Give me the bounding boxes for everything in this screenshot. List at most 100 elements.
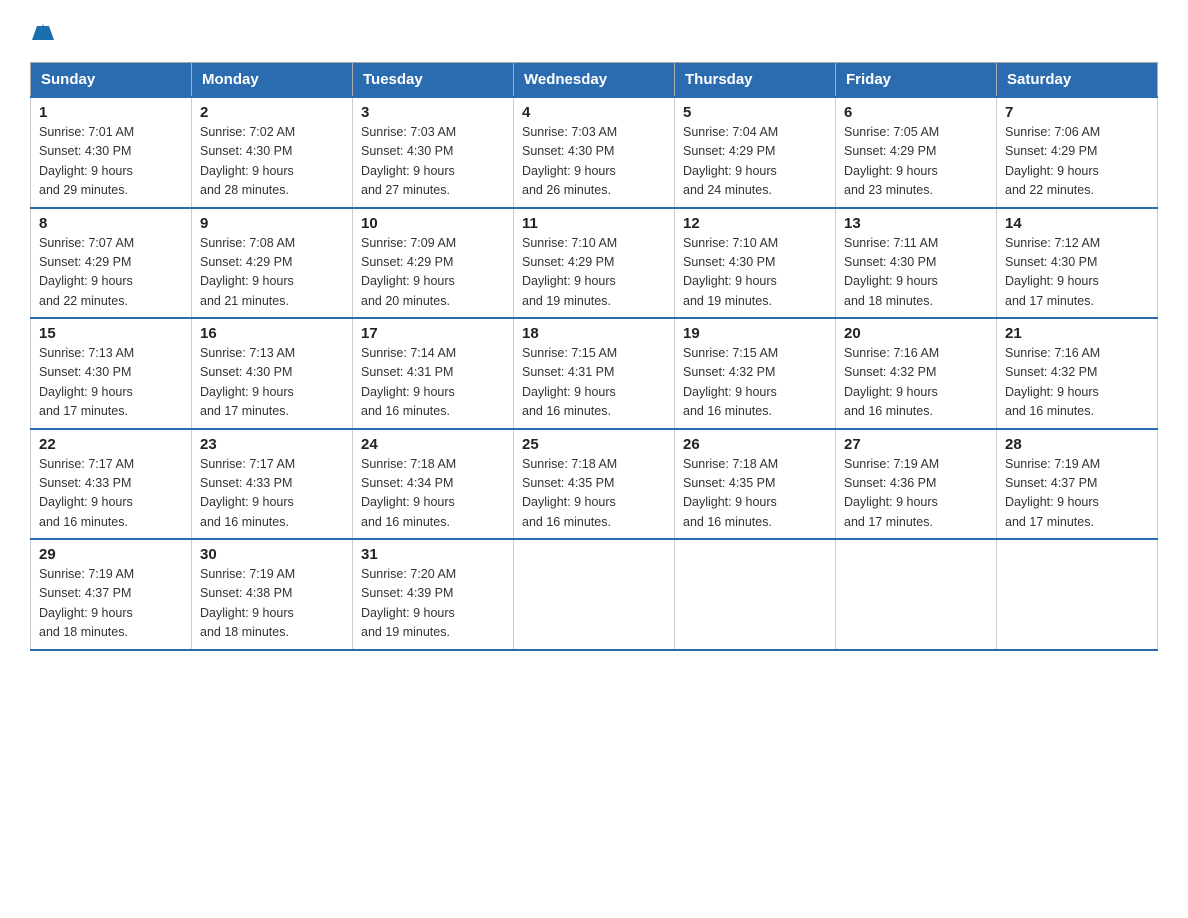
day-cell-17: 17 Sunrise: 7:14 AM Sunset: 4:31 PM Dayl… [353,318,514,429]
day-cell-27: 27 Sunrise: 7:19 AM Sunset: 4:36 PM Dayl… [836,429,997,540]
day-cell-7: 7 Sunrise: 7:06 AM Sunset: 4:29 PM Dayli… [997,97,1158,208]
day-number: 1 [39,104,183,121]
day-number: 19 [683,325,827,342]
day-cell-8: 8 Sunrise: 7:07 AM Sunset: 4:29 PM Dayli… [31,208,192,319]
day-number: 5 [683,104,827,121]
day-cell-14: 14 Sunrise: 7:12 AM Sunset: 4:30 PM Dayl… [997,208,1158,319]
day-number: 22 [39,436,183,453]
column-header-sunday: Sunday [31,63,192,98]
day-cell-16: 16 Sunrise: 7:13 AM Sunset: 4:30 PM Dayl… [192,318,353,429]
day-number: 9 [200,215,344,232]
day-info: Sunrise: 7:03 AM Sunset: 4:30 PM Dayligh… [522,123,666,201]
day-number: 13 [844,215,988,232]
day-number: 11 [522,215,666,232]
day-cell-25: 25 Sunrise: 7:18 AM Sunset: 4:35 PM Dayl… [514,429,675,540]
day-cell-30: 30 Sunrise: 7:19 AM Sunset: 4:38 PM Dayl… [192,539,353,650]
day-info: Sunrise: 7:15 AM Sunset: 4:31 PM Dayligh… [522,344,666,422]
empty-cell [675,539,836,650]
day-cell-29: 29 Sunrise: 7:19 AM Sunset: 4:37 PM Dayl… [31,539,192,650]
day-number: 28 [1005,436,1149,453]
week-row-3: 15 Sunrise: 7:13 AM Sunset: 4:30 PM Dayl… [31,318,1158,429]
day-cell-12: 12 Sunrise: 7:10 AM Sunset: 4:30 PM Dayl… [675,208,836,319]
day-cell-3: 3 Sunrise: 7:03 AM Sunset: 4:30 PM Dayli… [353,97,514,208]
day-cell-9: 9 Sunrise: 7:08 AM Sunset: 4:29 PM Dayli… [192,208,353,319]
day-number: 30 [200,546,344,563]
day-number: 24 [361,436,505,453]
day-info: Sunrise: 7:18 AM Sunset: 4:35 PM Dayligh… [683,455,827,533]
calendar-table: SundayMondayTuesdayWednesdayThursdayFrid… [30,62,1158,651]
day-cell-24: 24 Sunrise: 7:18 AM Sunset: 4:34 PM Dayl… [353,429,514,540]
day-info: Sunrise: 7:04 AM Sunset: 4:29 PM Dayligh… [683,123,827,201]
day-info: Sunrise: 7:19 AM Sunset: 4:37 PM Dayligh… [1005,455,1149,533]
day-cell-13: 13 Sunrise: 7:11 AM Sunset: 4:30 PM Dayl… [836,208,997,319]
day-cell-28: 28 Sunrise: 7:19 AM Sunset: 4:37 PM Dayl… [997,429,1158,540]
day-info: Sunrise: 7:16 AM Sunset: 4:32 PM Dayligh… [1005,344,1149,422]
column-header-wednesday: Wednesday [514,63,675,98]
column-header-saturday: Saturday [997,63,1158,98]
week-row-5: 29 Sunrise: 7:19 AM Sunset: 4:37 PM Dayl… [31,539,1158,650]
day-cell-23: 23 Sunrise: 7:17 AM Sunset: 4:33 PM Dayl… [192,429,353,540]
day-info: Sunrise: 7:12 AM Sunset: 4:30 PM Dayligh… [1005,234,1149,312]
day-info: Sunrise: 7:03 AM Sunset: 4:30 PM Dayligh… [361,123,505,201]
day-number: 27 [844,436,988,453]
day-cell-31: 31 Sunrise: 7:20 AM Sunset: 4:39 PM Dayl… [353,539,514,650]
day-info: Sunrise: 7:20 AM Sunset: 4:39 PM Dayligh… [361,565,505,643]
day-number: 20 [844,325,988,342]
day-cell-11: 11 Sunrise: 7:10 AM Sunset: 4:29 PM Dayl… [514,208,675,319]
day-info: Sunrise: 7:11 AM Sunset: 4:30 PM Dayligh… [844,234,988,312]
column-header-monday: Monday [192,63,353,98]
day-number: 31 [361,546,505,563]
day-info: Sunrise: 7:05 AM Sunset: 4:29 PM Dayligh… [844,123,988,201]
day-cell-21: 21 Sunrise: 7:16 AM Sunset: 4:32 PM Dayl… [997,318,1158,429]
day-info: Sunrise: 7:10 AM Sunset: 4:30 PM Dayligh… [683,234,827,312]
day-number: 17 [361,325,505,342]
day-cell-26: 26 Sunrise: 7:18 AM Sunset: 4:35 PM Dayl… [675,429,836,540]
calendar-body: 1 Sunrise: 7:01 AM Sunset: 4:30 PM Dayli… [31,97,1158,650]
day-cell-19: 19 Sunrise: 7:15 AM Sunset: 4:32 PM Dayl… [675,318,836,429]
empty-cell [997,539,1158,650]
header-row: SundayMondayTuesdayWednesdayThursdayFrid… [31,63,1158,98]
day-info: Sunrise: 7:10 AM Sunset: 4:29 PM Dayligh… [522,234,666,312]
column-header-thursday: Thursday [675,63,836,98]
calendar-header: SundayMondayTuesdayWednesdayThursdayFrid… [31,63,1158,98]
day-number: 16 [200,325,344,342]
day-info: Sunrise: 7:18 AM Sunset: 4:35 PM Dayligh… [522,455,666,533]
day-info: Sunrise: 7:08 AM Sunset: 4:29 PM Dayligh… [200,234,344,312]
day-cell-4: 4 Sunrise: 7:03 AM Sunset: 4:30 PM Dayli… [514,97,675,208]
day-cell-20: 20 Sunrise: 7:16 AM Sunset: 4:32 PM Dayl… [836,318,997,429]
day-info: Sunrise: 7:17 AM Sunset: 4:33 PM Dayligh… [39,455,183,533]
day-cell-10: 10 Sunrise: 7:09 AM Sunset: 4:29 PM Dayl… [353,208,514,319]
day-number: 10 [361,215,505,232]
day-number: 2 [200,104,344,121]
column-header-tuesday: Tuesday [353,63,514,98]
column-header-friday: Friday [836,63,997,98]
empty-cell [514,539,675,650]
day-info: Sunrise: 7:06 AM Sunset: 4:29 PM Dayligh… [1005,123,1149,201]
week-row-4: 22 Sunrise: 7:17 AM Sunset: 4:33 PM Dayl… [31,429,1158,540]
logo [30,20,54,44]
logo-icon [32,22,54,44]
day-number: 4 [522,104,666,121]
day-info: Sunrise: 7:01 AM Sunset: 4:30 PM Dayligh… [39,123,183,201]
day-cell-22: 22 Sunrise: 7:17 AM Sunset: 4:33 PM Dayl… [31,429,192,540]
day-number: 18 [522,325,666,342]
week-row-1: 1 Sunrise: 7:01 AM Sunset: 4:30 PM Dayli… [31,97,1158,208]
day-cell-15: 15 Sunrise: 7:13 AM Sunset: 4:30 PM Dayl… [31,318,192,429]
day-number: 29 [39,546,183,563]
day-info: Sunrise: 7:17 AM Sunset: 4:33 PM Dayligh… [200,455,344,533]
day-cell-18: 18 Sunrise: 7:15 AM Sunset: 4:31 PM Dayl… [514,318,675,429]
day-info: Sunrise: 7:19 AM Sunset: 4:37 PM Dayligh… [39,565,183,643]
day-number: 8 [39,215,183,232]
day-number: 26 [683,436,827,453]
day-number: 21 [1005,325,1149,342]
day-cell-5: 5 Sunrise: 7:04 AM Sunset: 4:29 PM Dayli… [675,97,836,208]
day-cell-2: 2 Sunrise: 7:02 AM Sunset: 4:30 PM Dayli… [192,97,353,208]
day-number: 25 [522,436,666,453]
day-info: Sunrise: 7:02 AM Sunset: 4:30 PM Dayligh… [200,123,344,201]
page-header [30,20,1158,44]
week-row-2: 8 Sunrise: 7:07 AM Sunset: 4:29 PM Dayli… [31,208,1158,319]
day-info: Sunrise: 7:19 AM Sunset: 4:38 PM Dayligh… [200,565,344,643]
day-cell-1: 1 Sunrise: 7:01 AM Sunset: 4:30 PM Dayli… [31,97,192,208]
empty-cell [836,539,997,650]
day-info: Sunrise: 7:13 AM Sunset: 4:30 PM Dayligh… [200,344,344,422]
